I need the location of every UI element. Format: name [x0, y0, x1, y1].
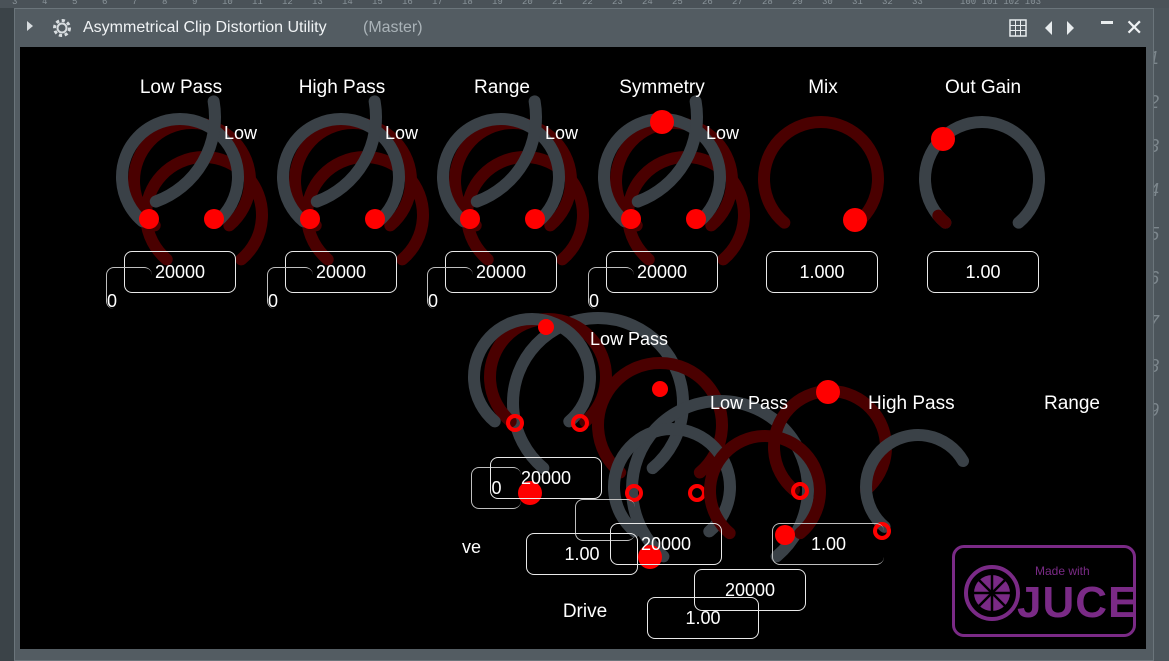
min-value: 0 [428, 291, 439, 311]
ruler-number: 15 [372, 0, 383, 7]
made-with-juce-badge: Made with JUCE [952, 545, 1139, 637]
collapse-arrow-icon[interactable] [27, 21, 33, 31]
ghost-knob-thumb[interactable] [538, 319, 554, 335]
ruler-number: 33 [912, 0, 923, 7]
ruler-number: 11 [252, 0, 263, 7]
ghost-low-label: Low [385, 123, 419, 143]
drive-value[interactable]: 1.00 [647, 597, 759, 639]
ruler-number: 26 [702, 0, 713, 7]
ruler-number: 24 [642, 0, 653, 7]
ruler-number: 100 101 102 103 [960, 0, 1042, 7]
ruler-number: 23 [612, 0, 623, 7]
host-ruler: 3 4 5 6 7 8 9 10 11 12 13 14 15 16 17 18 19 20 21 22 23 24 25 2… [0, 0, 1169, 8]
ruler-number: 5 [72, 0, 78, 7]
window-subtitle: (Master) [363, 19, 423, 36]
ruler-number: 25 [672, 0, 683, 7]
min-value: 0 [589, 291, 600, 311]
ghost-value-box: 20000 [490, 457, 602, 499]
knob-thumb[interactable] [621, 209, 641, 229]
low-pass-label: Low Pass [139, 77, 223, 98]
ghost-low-label: Low [224, 123, 258, 143]
ruler-number: 21 [552, 0, 563, 7]
ghost-low-label: Low [706, 123, 740, 143]
ruler-number: 32 [882, 0, 893, 7]
previous-preset-icon[interactable] [1045, 21, 1052, 35]
range-min: 0 [427, 267, 473, 311]
low-pass-min: 0 [106, 267, 152, 311]
ruler-number: 20 [522, 0, 533, 7]
knob-thumb[interactable] [365, 209, 385, 229]
knob-thumb[interactable] [300, 209, 320, 229]
ruler-number: 3 [12, 0, 18, 7]
ruler-number: 10 [222, 0, 233, 7]
symmetry-min: 0 [588, 267, 634, 311]
high-pass-min: 0 [267, 267, 313, 311]
ruler-number: 7 [132, 0, 138, 7]
ruler-number: 30 [822, 0, 833, 7]
ghost-value-box: 20000 [610, 523, 722, 565]
ghost-knob-thumb[interactable] [816, 380, 840, 404]
ruler-number: 27 [732, 0, 743, 7]
ghost-value-box: 1.00 [772, 523, 884, 565]
ruler-number: 28 [762, 0, 773, 7]
juce-logo-icon [964, 565, 1020, 621]
min-value: 0 [107, 291, 118, 311]
ghost-low-pass-label: Low Pass [590, 329, 669, 349]
knob-thumb[interactable] [460, 209, 480, 229]
mix-knob-track [758, 116, 884, 229]
knob-thumb[interactable] [686, 209, 706, 229]
out-gain-knob-fill [932, 209, 952, 229]
ruler-number: 18 [462, 0, 473, 7]
ruler-number: 17 [432, 0, 443, 7]
close-icon[interactable]: ✕ [1125, 15, 1143, 41]
ruler-number: 19 [492, 0, 503, 7]
ghost-low-pass-label: Low Pass [710, 393, 789, 413]
ruler-number: 6 [102, 0, 108, 7]
ruler-number: 29 [792, 0, 803, 7]
ruler-number: 13 [312, 0, 323, 7]
grid-icon[interactable] [1009, 19, 1027, 37]
title-bar[interactable]: Asymmetrical Clip Distortion Utility (Ma… [15, 9, 1153, 47]
knob-thumb[interactable] [525, 209, 545, 229]
plugin-canvas: Low Pass High Pass Range Symmetry Mix Ou… [20, 47, 1146, 649]
out-gain-label: Out Gain [944, 77, 1022, 98]
high-pass-label: High Pass [298, 77, 386, 98]
ghost-high-pass-label: High Pass [868, 393, 955, 414]
ghost-range-label: Range [1044, 393, 1100, 414]
ruler-number: 16 [402, 0, 413, 7]
ruler-number: 9 [192, 0, 198, 7]
knob-ghost-thumb [688, 484, 706, 502]
plugin-window: Asymmetrical Clip Distortion Utility (Ma… [14, 8, 1154, 661]
mix-label: Mix [808, 77, 838, 98]
ruler-number: 8 [162, 0, 168, 7]
ghost-drive-label: ve [462, 537, 482, 557]
out-gain-knob-thumb[interactable] [931, 127, 955, 151]
ruler-number: 31 [852, 0, 863, 7]
ruler-number: 22 [582, 0, 593, 7]
knob-thumb[interactable] [650, 110, 674, 134]
out-gain-value[interactable]: 1.00 [927, 251, 1039, 293]
symmetry-label: Symmetry [619, 77, 705, 98]
ghost-low-label: Low [545, 123, 579, 143]
gear-icon[interactable] [51, 17, 73, 39]
window-title: Asymmetrical Clip Distortion Utility [83, 19, 327, 36]
next-preset-icon[interactable] [1067, 21, 1074, 35]
range-label: Range [474, 77, 530, 98]
made-with-text: Made with [1035, 564, 1090, 578]
mix-knob-thumb[interactable] [843, 208, 867, 232]
knob-thumb[interactable] [204, 209, 224, 229]
mix-value[interactable]: 1.000 [766, 251, 878, 293]
ruler-number: 12 [282, 0, 293, 7]
min-value: 0 [268, 291, 279, 311]
ruler-number: 4 [42, 0, 48, 7]
juce-wordmark: JUCE [1017, 578, 1139, 627]
minimize-icon[interactable] [1101, 21, 1113, 24]
ruler-number: 14 [342, 0, 353, 7]
ghost-knob-thumb[interactable] [652, 381, 668, 397]
drive-label: Drive [562, 601, 608, 622]
knob-thumb[interactable] [139, 209, 159, 229]
